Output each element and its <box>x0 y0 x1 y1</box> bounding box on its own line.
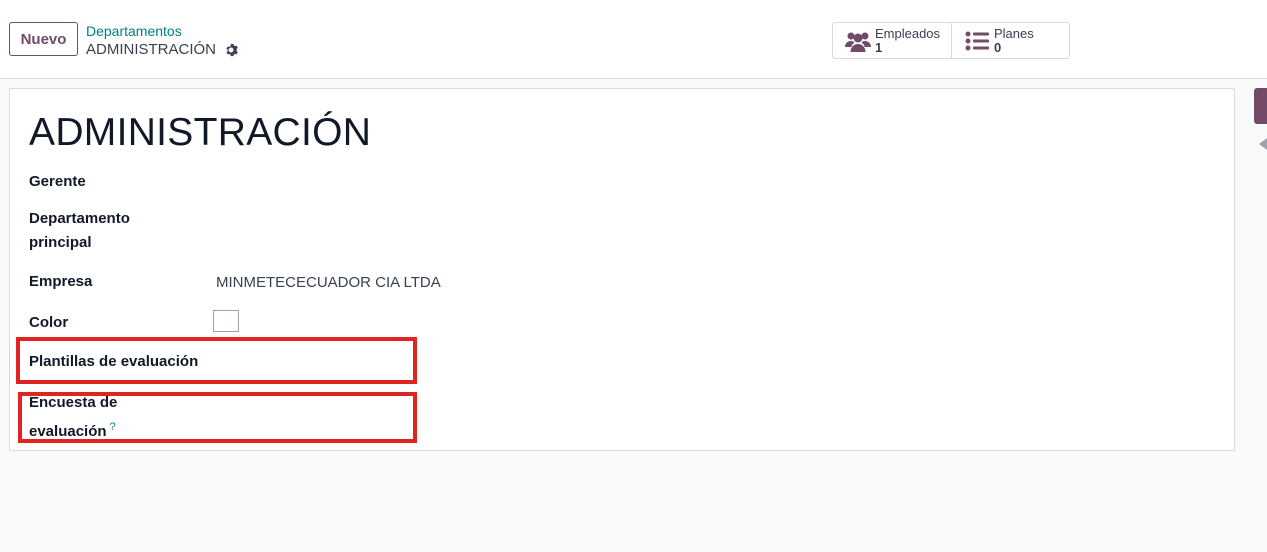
smart-button-box: Empleados 1 Planes 0 <box>832 22 1070 59</box>
plans-count: 0 <box>994 39 1002 55</box>
record-title[interactable]: ADMINISTRACIÓN <box>29 111 371 155</box>
color-picker[interactable] <box>213 310 239 332</box>
company-field[interactable]: MINMETECECUADOR CIA LTDA <box>216 274 441 291</box>
employees-label: Empleados <box>875 25 941 41</box>
parent-department-field[interactable] <box>216 211 616 231</box>
plans-smart-button[interactable]: Planes 0 <box>951 23 1069 58</box>
manager-field[interactable] <box>216 174 616 194</box>
employees-count: 1 <box>875 39 883 55</box>
employees-smart-button[interactable]: Empleados 1 <box>833 23 951 58</box>
highlight-box-templates <box>16 337 417 384</box>
parent-department-label: Departamento principal <box>29 207 130 255</box>
breadcrumb-current: ADMINISTRACIÓN <box>86 41 238 58</box>
chevron-left-icon[interactable] <box>1259 138 1267 150</box>
company-label: Empresa <box>29 273 93 290</box>
highlight-box-survey <box>18 392 417 443</box>
gear-icon[interactable] <box>224 43 238 57</box>
list-icon <box>965 31 989 50</box>
color-label: Color <box>29 314 69 331</box>
plans-label: Planes <box>994 25 1034 41</box>
parent-department-label-line1: Departamento <box>29 210 130 227</box>
control-panel: Nuevo Departamentos ADMINISTRACIÓN Emple… <box>0 0 1267 79</box>
new-button[interactable]: Nuevo <box>9 22 78 56</box>
parent-department-label-line2: principal <box>29 234 92 251</box>
manager-label: Gerente <box>29 173 86 190</box>
users-icon <box>845 32 871 52</box>
breadcrumb-departments-link[interactable]: Departamentos <box>86 23 182 39</box>
breadcrumb-current-label: ADMINISTRACIÓN <box>86 41 217 58</box>
chatter-toggle-tab[interactable] <box>1254 88 1267 124</box>
